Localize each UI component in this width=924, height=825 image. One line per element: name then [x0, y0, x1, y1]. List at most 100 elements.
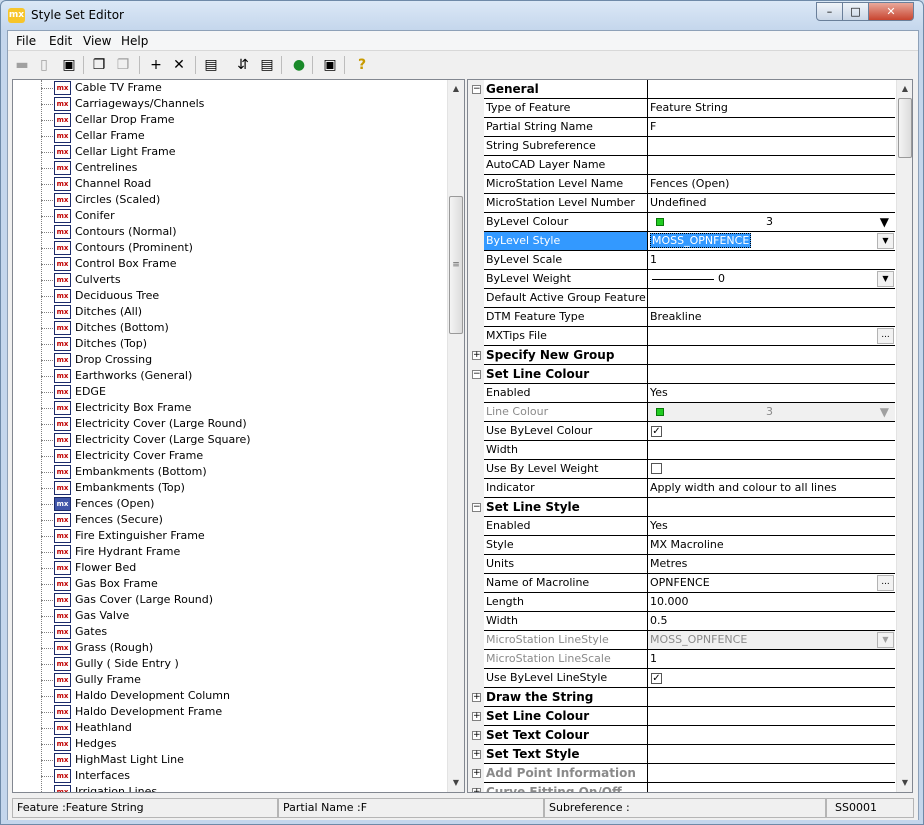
scroll-down-icon[interactable]: ▼ [897, 774, 912, 791]
maximize-button[interactable]: □ [842, 2, 869, 21]
expand-icon[interactable]: + [472, 788, 481, 792]
tree-item[interactable]: mx Cellar Drop Frame [13, 112, 446, 128]
property-row[interactable]: ByLevel Weight 0 ▼ [468, 270, 895, 289]
tree-item[interactable]: mx Cellar Light Frame [13, 144, 446, 160]
scroll-down-icon[interactable]: ▼ [448, 774, 464, 791]
property-row[interactable]: Use By Level Weight [468, 460, 895, 479]
monitor-icon[interactable]: ▣ [319, 54, 341, 76]
property-category[interactable]: − Set Line Colour [468, 365, 895, 384]
property-category[interactable]: + Set Text Colour [468, 726, 895, 745]
open-folder-icon[interactable]: ▬ [11, 54, 33, 76]
property-row[interactable]: Enabled Yes [468, 517, 895, 536]
browse-button[interactable]: ... [877, 575, 894, 591]
tree-item[interactable]: mx Heathland [13, 720, 446, 736]
expand-icon[interactable]: + [472, 693, 481, 702]
tree-item[interactable]: mx Fences (Open) [13, 496, 446, 512]
chevron-down-icon[interactable]: ▼ [877, 271, 894, 287]
tree-item[interactable]: mx Gas Cover (Large Round) [13, 592, 446, 608]
property-value[interactable]: F [648, 118, 895, 137]
tree-item[interactable]: mx Contours (Normal) [13, 224, 446, 240]
expand-icon[interactable]: + [472, 731, 481, 740]
tree-item[interactable]: mx Channel Road [13, 176, 446, 192]
tree-item[interactable]: mx Flower Bed [13, 560, 446, 576]
scroll-up-icon[interactable]: ▲ [897, 80, 912, 97]
tree-item[interactable]: mx Ditches (All) [13, 304, 446, 320]
property-row[interactable]: String Subreference [468, 137, 895, 156]
tree-item[interactable]: mx Deciduous Tree [13, 288, 446, 304]
tree-item[interactable]: mx Ditches (Top) [13, 336, 446, 352]
property-value[interactable]: Apply width and colour to all lines [648, 479, 895, 498]
tree-item[interactable]: mx Interfaces [13, 768, 446, 784]
property-value[interactable]: ... [648, 327, 895, 346]
delete-icon[interactable]: ✕ [168, 54, 190, 76]
tree-item[interactable]: mx Control Box Frame [13, 256, 446, 272]
tree-scrollbar[interactable]: ▲ ≡ ▼ [447, 80, 464, 792]
tree-item[interactable]: mx EDGE [13, 384, 446, 400]
property-value[interactable]: Undefined [648, 194, 895, 213]
tree-item[interactable]: mx Electricity Cover Frame [13, 448, 446, 464]
tree-item[interactable]: mx Cellar Frame [13, 128, 446, 144]
minimize-button[interactable]: – [816, 2, 843, 21]
property-value[interactable]: Yes [648, 517, 895, 536]
collapse-icon[interactable]: − [472, 503, 481, 512]
new-document-icon[interactable]: ▯ [33, 54, 55, 76]
menu-view[interactable]: View [83, 34, 111, 48]
property-row[interactable]: Partial String Name F [468, 118, 895, 137]
property-value[interactable] [648, 156, 895, 175]
menu-help[interactable]: Help [121, 34, 148, 48]
tree-item[interactable]: mx Electricity Box Frame [13, 400, 446, 416]
property-value[interactable]: Feature String [648, 99, 895, 118]
property-value[interactable] [648, 289, 895, 308]
property-value[interactable]: OPNFENCE... [648, 574, 895, 593]
property-row[interactable]: ByLevel Style MOSS_OPNFENCE ▼ [468, 232, 895, 251]
tree-item[interactable]: mx HighMast Light Line [13, 752, 446, 768]
property-row[interactable]: MicroStation LineScale 1 [468, 650, 895, 669]
menu-file[interactable]: File [16, 34, 36, 48]
checkbox[interactable]: ✓ [651, 673, 662, 684]
property-row[interactable]: Use ByLevel LineStyle ✓ [468, 669, 895, 688]
tree-item[interactable]: mx Hedges [13, 736, 446, 752]
collapse-icon[interactable]: − [472, 85, 481, 94]
expand-icon[interactable]: + [472, 750, 481, 759]
property-row[interactable]: MicroStation LineStyle MOSS_OPNFENCE ▼ [468, 631, 895, 650]
property-row[interactable]: MicroStation Level Name Fences (Open) [468, 175, 895, 194]
tree-item[interactable]: mx Centrelines [13, 160, 446, 176]
sort-icon[interactable]: ⇵ [232, 54, 254, 76]
tree-item[interactable]: mx Ditches (Bottom) [13, 320, 446, 336]
property-category[interactable]: + Set Text Style [468, 745, 895, 764]
tree-item[interactable]: mx Gates [13, 624, 446, 640]
scroll-up-icon[interactable]: ▲ [448, 80, 464, 97]
scroll-thumb[interactable] [898, 98, 912, 158]
property-value[interactable]: MOSS_OPNFENCE ▼ [648, 232, 895, 251]
property-value[interactable]: Metres [648, 555, 895, 574]
property-value[interactable] [648, 726, 895, 745]
property-value[interactable]: 1 [648, 251, 895, 270]
property-value[interactable] [648, 137, 895, 156]
tree-item[interactable]: mx Electricity Cover (Large Round) [13, 416, 446, 432]
property-value[interactable] [648, 441, 895, 460]
paste-icon[interactable]: ❐ [112, 54, 134, 76]
property-row[interactable]: Default Active Group Feature [468, 289, 895, 308]
property-value[interactable] [648, 365, 895, 384]
tree-item[interactable]: mx Drop Crossing [13, 352, 446, 368]
tree-item[interactable]: mx Electricity Cover (Large Square) [13, 432, 446, 448]
property-value[interactable] [648, 707, 895, 726]
tree-item[interactable]: mx Circles (Scaled) [13, 192, 446, 208]
tree-item[interactable]: mx Carriageways/Channels [13, 96, 446, 112]
tree-item[interactable]: mx Fences (Secure) [13, 512, 446, 528]
expand-icon[interactable]: + [472, 351, 481, 360]
property-category[interactable]: + Specify New Group [468, 346, 895, 365]
expand-icon[interactable]: + [472, 712, 481, 721]
checkbox[interactable] [651, 463, 662, 474]
property-row[interactable]: MicroStation Level Number Undefined [468, 194, 895, 213]
property-value[interactable] [648, 745, 895, 764]
tree-item[interactable]: mx Haldo Development Frame [13, 704, 446, 720]
tree-item[interactable]: mx Embankments (Top) [13, 480, 446, 496]
tree-item[interactable]: mx Contours (Prominent) [13, 240, 446, 256]
property-category[interactable]: − Set Line Style [468, 498, 895, 517]
help-icon[interactable]: ? [351, 54, 373, 76]
property-row[interactable]: DTM Feature Type Breakline [468, 308, 895, 327]
property-value[interactable] [648, 346, 895, 365]
property-category[interactable]: − General [468, 80, 895, 99]
property-value[interactable]: ✓ [648, 669, 895, 688]
